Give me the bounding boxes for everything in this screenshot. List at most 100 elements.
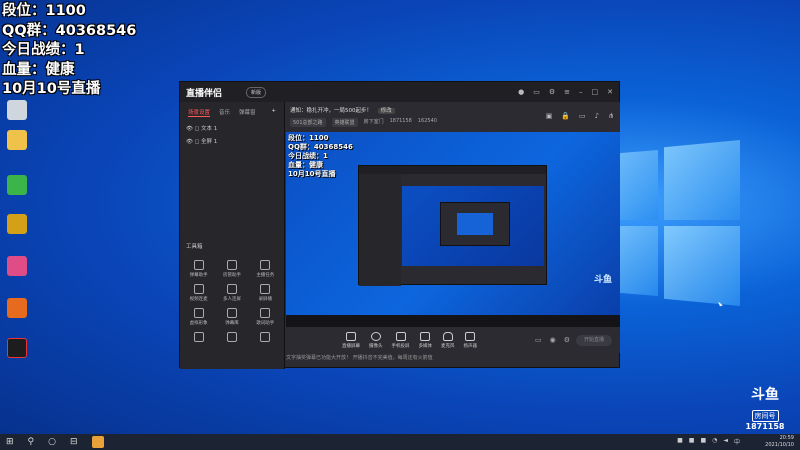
desktop-icon-dark-app[interactable]	[2, 338, 32, 374]
source-phone-button[interactable]: 手机投屏	[392, 331, 410, 349]
volume-icon[interactable]: ◄	[723, 437, 728, 446]
toolbox-grid: 弹幕助手 房管助手 主播任务 视频连麦 多人连屏 录屏播 虚拟形象 弹幕库 歌词…	[182, 260, 282, 344]
microphone-button[interactable]: 麦克风	[441, 331, 455, 349]
preview-taskbar	[286, 315, 620, 327]
preview-overlay: 段位：1100 QQ群：40368546 今日战绩：1 血量：健康 10月10号…	[288, 134, 353, 179]
category-chip[interactable]: 501总部之路	[290, 118, 326, 127]
danmaku-icon	[193, 260, 204, 270]
tool-extra-3[interactable]	[249, 332, 282, 344]
edit-announcement-button[interactable]: 修改	[377, 108, 395, 114]
avatar-icon[interactable]: ●	[518, 87, 524, 97]
scene-label: 全屏 1	[201, 139, 218, 145]
stream-info-header: 通知：稳扎开冲，一局500起步！ 修改 501总部之路 英雄联盟 房下室门 18…	[286, 102, 620, 132]
admin-icon	[226, 260, 237, 270]
eye-icon[interactable]: ◉	[550, 336, 556, 344]
overlay-record: 今日战绩：1	[2, 42, 85, 58]
search-icon[interactable]: ⚲	[28, 437, 35, 447]
tool-avatar[interactable]: 虚拟形象	[182, 308, 215, 326]
preview-overlay-health: 血量：健康	[288, 161, 323, 169]
message-icon[interactable]: ▭	[533, 87, 540, 97]
maximize-icon[interactable]: □	[592, 87, 599, 97]
taskbar-app-icon[interactable]	[91, 436, 104, 448]
tab-music[interactable]: 音乐	[219, 108, 230, 117]
nested-preview	[402, 186, 544, 266]
source-camera-button[interactable]: 摄像头	[369, 331, 383, 349]
start-live-button[interactable]: 开始直播	[576, 335, 612, 346]
task-view-icon[interactable]: ○	[48, 437, 56, 447]
tray-app-icon[interactable]: ■	[677, 437, 683, 446]
share-label: 房下室门	[363, 119, 384, 125]
bell-icon[interactable]: ♪	[595, 112, 599, 120]
tool-tasks[interactable]: 主播任务	[249, 260, 282, 278]
task-icon	[260, 260, 271, 270]
game-chip[interactable]: 英雄联盟	[331, 118, 358, 127]
minimize-icon[interactable]: –	[579, 87, 583, 97]
preview-overlay-qq: QQ群：40368546	[288, 143, 353, 151]
extra-icon	[226, 332, 237, 342]
tray-app-icon[interactable]: ■	[689, 437, 695, 446]
close-icon[interactable]: ✕	[607, 87, 613, 97]
source-media-button[interactable]: 多媒体	[419, 331, 432, 349]
tool-extra-1[interactable]	[182, 332, 215, 344]
douyu-watermark-mini: 斗鱼	[593, 275, 612, 285]
clock[interactable]: 20:59 2021/10/10	[765, 435, 794, 449]
tab-danmaku[interactable]: 弹幕窗	[239, 108, 256, 117]
desktop-icon-folder[interactable]	[2, 130, 32, 166]
bottom-tools: ▭ ◉ ⚙	[535, 336, 570, 344]
record-icon[interactable]: ▭	[535, 336, 542, 344]
clock-time: 20:59	[779, 435, 794, 441]
gear-icon[interactable]: ⚙	[564, 336, 570, 344]
stream-overlay: 段位：1100 QQ群：40368546 今日战绩：1 血量：健康 10月10号…	[2, 2, 136, 100]
title-bar: 直播伴侣 新版 ● ▭ ⚙ ≡ – □ ✕	[180, 82, 619, 102]
start-icon[interactable]: ⊞	[6, 437, 14, 447]
source-bar: 直播屏幕 摄像头 手机投屏 多媒体 麦克风 扬声器 ▭ ◉ ⚙ 开始直播	[286, 327, 620, 353]
network-icon[interactable]: ◔	[712, 437, 717, 446]
screen-icon[interactable]: ▭	[579, 112, 586, 120]
extra-icon	[260, 332, 271, 342]
tool-danmaku-lib[interactable]: 弹幕库	[215, 308, 248, 326]
extra-icon	[193, 332, 204, 342]
tool-multi-screen[interactable]: 多人连屏	[215, 284, 248, 302]
tool-extra-2[interactable]	[215, 332, 248, 344]
tool-danmaku-helper[interactable]: 弹幕助手	[182, 260, 215, 278]
speaker-icon	[465, 331, 476, 341]
stream-preview[interactable]: 段位：1100 QQ群：40368546 今日战绩：1 血量：健康 10月10号…	[286, 132, 620, 327]
record-icon	[260, 284, 271, 294]
announcement-text: 通知：稳扎开冲，一局500起步！	[290, 108, 372, 114]
taskbar-left: ⊞ ⚲ ○ ⊟	[6, 436, 104, 448]
desktop-icon-pink-app[interactable]	[2, 256, 32, 292]
version-badge[interactable]: 新版	[246, 87, 267, 98]
app-logo: 直播伴侣	[186, 89, 223, 99]
overlay-date: 10月10号直播	[2, 81, 101, 97]
announcement: 通知：稳扎开冲，一局500起步！ 修改	[290, 106, 395, 114]
hot-value: 162540	[417, 118, 437, 124]
speaker-button[interactable]: 扬声器	[464, 331, 477, 349]
ime-icon[interactable]: 中	[734, 437, 740, 446]
tray-app-icon[interactable]: ■	[700, 437, 706, 446]
widgets-icon[interactable]: ⊟	[70, 437, 78, 447]
douyu-logo: 斗鱼	[751, 387, 779, 403]
clock-date: 2021/10/10	[765, 442, 794, 448]
overlay-qq-group: QQ群：40368546	[2, 22, 137, 39]
tool-video-link[interactable]: 视频连麦	[182, 284, 215, 302]
source-screen-button[interactable]: 直播屏幕	[342, 331, 360, 349]
desktop-icon-gpu[interactable]	[2, 175, 32, 211]
add-icon[interactable]: +	[271, 108, 276, 117]
gift-icon[interactable]: ▣	[546, 112, 553, 120]
menu-icon[interactable]: ≡	[564, 87, 570, 97]
settings-icon[interactable]: ⚙	[549, 87, 555, 97]
multi-screen-icon	[226, 284, 237, 294]
scene-item[interactable]: 👁 ◻ 全屏 1	[180, 136, 284, 149]
stream-meta: 501总部之路 英雄联盟 房下室门 1871158 162540	[290, 118, 437, 127]
system-tray: ■ ■ ■ ◔ ◄ 中	[677, 437, 740, 446]
lock-icon[interactable]: 🔒	[561, 112, 570, 120]
tool-room-admin[interactable]: 房管助手	[215, 260, 248, 278]
tab-scenes[interactable]: 场景设置	[188, 108, 211, 117]
left-panel: 场景设置 音乐 弹幕窗 + 👁 ◻ 文本 1 👁 ◻ 全屏 1 工具箱 弹幕助手…	[180, 102, 285, 369]
tool-record[interactable]: 录屏播	[249, 284, 282, 302]
desktop-icon-game[interactable]	[2, 214, 32, 250]
desktop-icon-orange-app[interactable]	[2, 298, 32, 334]
share-icon[interactable]: ⋔	[608, 112, 614, 120]
tool-lyrics[interactable]: 歌词助手	[249, 308, 282, 326]
scene-item[interactable]: 👁 ◻ 文本 1	[180, 123, 284, 136]
